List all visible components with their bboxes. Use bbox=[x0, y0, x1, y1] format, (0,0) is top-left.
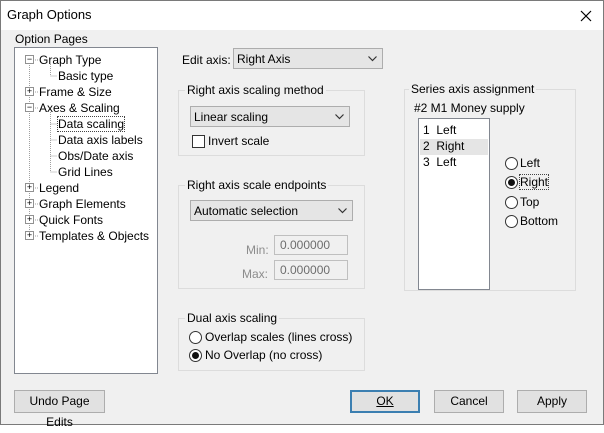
tree-item-quick-fonts[interactable]: Quick Fonts bbox=[39, 213, 103, 227]
chevron-down-icon bbox=[335, 114, 344, 120]
scale-endpoints-value: Automatic selection bbox=[194, 204, 299, 218]
tree-item-templates-objects[interactable]: Templates & Objects bbox=[39, 229, 149, 243]
axis-left-label: Left bbox=[520, 156, 541, 170]
min-input[interactable]: 0.000000 bbox=[274, 235, 348, 255]
graph-options-dialog: Graph Options Option Pages − Graph Type … bbox=[0, 0, 604, 429]
overlap-scales-label: Overlap scales (lines cross) bbox=[205, 330, 353, 344]
axis-bottom-label: Bottom bbox=[520, 214, 559, 228]
chevron-down-icon bbox=[368, 56, 377, 62]
window-title: Graph Options bbox=[7, 7, 92, 22]
ok-button[interactable]: OK bbox=[350, 390, 420, 413]
title-bar: Graph Options bbox=[1, 1, 603, 30]
cancel-button[interactable]: Cancel bbox=[434, 390, 504, 413]
dual-axis-label: Dual axis scaling bbox=[185, 311, 280, 325]
tree-item-legend[interactable]: Legend bbox=[39, 181, 79, 195]
expand-graph-elements-icon[interactable]: + bbox=[25, 199, 34, 208]
no-overlap-label: No Overlap (no cross) bbox=[205, 348, 323, 362]
tree-item-data-scaling[interactable]: Data scaling bbox=[56, 116, 126, 132]
edit-axis-select[interactable]: Right Axis bbox=[233, 48, 383, 69]
dual-axis-group bbox=[178, 318, 365, 371]
invert-scale-checkbox[interactable] bbox=[192, 135, 205, 148]
edit-axis-label: Edit axis: bbox=[182, 53, 231, 67]
max-input[interactable]: 0.000000 bbox=[274, 260, 348, 280]
scale-endpoints-select[interactable]: Automatic selection bbox=[190, 200, 353, 221]
expand-frame-size-icon[interactable]: + bbox=[25, 87, 34, 96]
scaling-method-label: Right axis scaling method bbox=[185, 83, 326, 97]
scaling-method-value: Linear scaling bbox=[194, 110, 269, 124]
tree-item-frame-size[interactable]: Frame & Size bbox=[39, 85, 112, 99]
chevron-down-icon bbox=[338, 208, 347, 214]
expand-quick-fonts-icon[interactable]: + bbox=[25, 215, 34, 224]
series-list[interactable]: 1 Left 2 Right 3 Left bbox=[418, 118, 490, 290]
close-icon bbox=[580, 10, 592, 21]
apply-button[interactable]: Apply bbox=[517, 390, 587, 413]
axis-bottom-radio[interactable] bbox=[505, 215, 518, 228]
tree-item-grid-lines[interactable]: Grid Lines bbox=[58, 165, 113, 179]
edit-axis-value: Right Axis bbox=[237, 52, 291, 66]
overlap-scales-radio[interactable] bbox=[189, 331, 202, 344]
ok-label: OK bbox=[376, 394, 394, 408]
tree-item-graph-elements[interactable]: Graph Elements bbox=[39, 197, 126, 211]
tree-item-data-axis-labels[interactable]: Data axis labels bbox=[58, 133, 143, 147]
axis-top-radio[interactable] bbox=[505, 196, 518, 209]
axis-right-radio[interactable] bbox=[505, 176, 518, 189]
axis-right-label: Right bbox=[518, 174, 550, 190]
invert-scale-label: Invert scale bbox=[208, 134, 270, 148]
collapse-graph-type-icon[interactable]: − bbox=[25, 55, 34, 64]
series-list-item[interactable]: 2 Right bbox=[420, 139, 488, 155]
axis-top-label: Top bbox=[520, 195, 540, 209]
tree-item-basic-type[interactable]: Basic type bbox=[58, 69, 113, 83]
option-pages-tree[interactable]: − Graph Type Basic type + Frame & Size −… bbox=[14, 47, 158, 374]
collapse-axes-scaling-icon[interactable]: − bbox=[25, 103, 34, 112]
current-series-label: #2 M1 Money supply bbox=[414, 101, 525, 115]
close-button[interactable] bbox=[569, 1, 603, 30]
scaling-method-select[interactable]: Linear scaling bbox=[190, 106, 350, 127]
series-list-item[interactable]: 3 Left bbox=[420, 155, 488, 171]
scale-endpoints-label: Right axis scale endpoints bbox=[185, 178, 329, 192]
undo-page-edits-button[interactable]: Undo Page Edits bbox=[14, 390, 105, 429]
min-label: Min: bbox=[246, 243, 269, 257]
expand-templates-objects-icon[interactable]: + bbox=[25, 231, 34, 240]
axis-left-radio[interactable] bbox=[505, 157, 518, 170]
series-axis-label: Series axis assignment bbox=[409, 82, 537, 96]
tree-item-graph-type[interactable]: Graph Type bbox=[39, 53, 101, 67]
expand-legend-icon[interactable]: + bbox=[25, 183, 34, 192]
series-list-item[interactable]: 1 Left bbox=[420, 123, 488, 139]
tree-item-axes-scaling[interactable]: Axes & Scaling bbox=[39, 101, 120, 115]
tree-item-obs-date-axis[interactable]: Obs/Date axis bbox=[58, 149, 133, 163]
no-overlap-radio[interactable] bbox=[189, 349, 202, 362]
max-label: Max: bbox=[242, 267, 269, 281]
option-pages-label: Option Pages bbox=[15, 32, 88, 46]
